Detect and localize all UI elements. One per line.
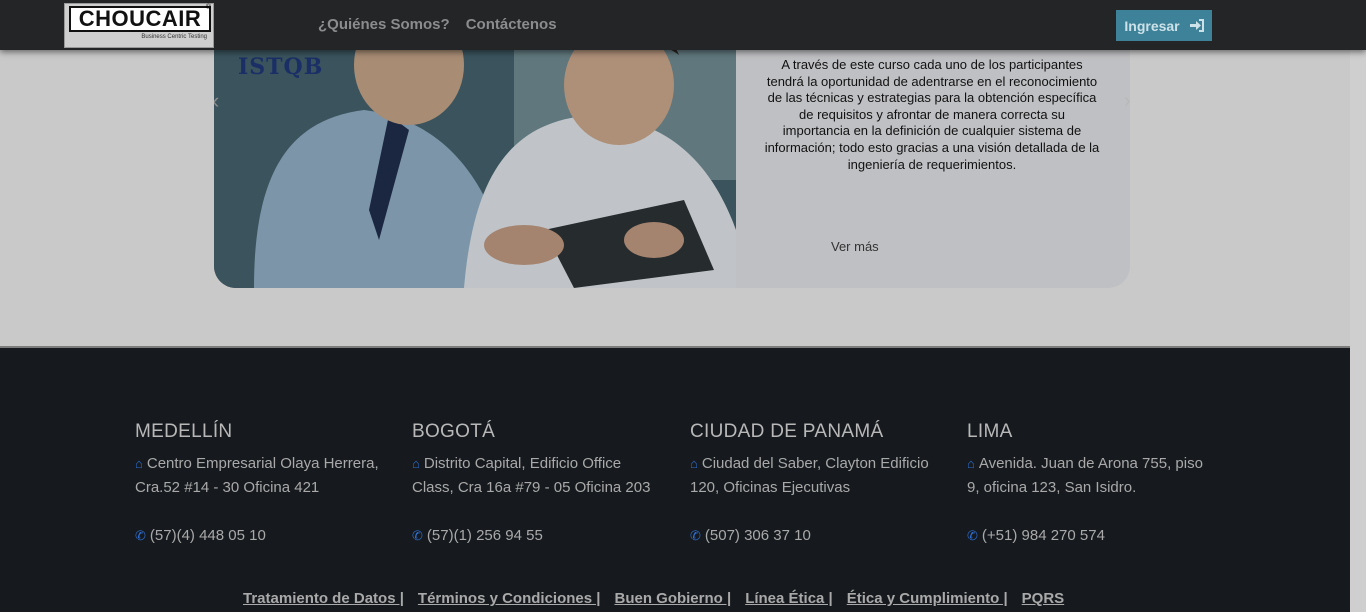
office-lima: LIMA ⌂ Avenida. Juan de Arona 755, piso 9… [967,421,1217,548]
choucair-logo[interactable]: CHOUCAIR ® Business Centric Testing [64,3,214,48]
course-image: ISTQB ‹ [214,30,736,288]
phone-icon: ✆ [690,528,701,543]
nav-quienes-somos[interactable]: ¿Quiénes Somos? [318,16,450,33]
logo-wordmark: CHOUCAIR [69,6,211,32]
footer-links: Tratamiento de Datos | Términos y Condic… [243,590,1064,607]
link-etica-y-cumplimiento[interactable]: Ética y Cumplimiento | [847,590,1008,607]
office-ciudad-de-panama: CIUDAD DE PANAMÁ ⌂ Ciudad del Saber, Clay… [690,421,940,548]
office-phone: ✆ (57)(1) 256 94 55 [412,527,543,544]
istqb-logo: ISTQB [238,54,324,80]
office-phone: ✆ (+51) 984 270 574 [967,527,1105,544]
chevron-left-icon[interactable]: ‹ [214,88,219,114]
office-city: BOGOTÁ [412,421,496,442]
link-terminos-y-condiciones[interactable]: Términos y Condiciones | [418,590,601,607]
office-address: ⌂ Centro Empresarial Olaya Herrera, Cra.5… [135,455,379,496]
site-footer: MEDELLÍN ⌂ Centro Empresarial Olaya Herre… [0,348,1350,612]
logo-subtitle: Business Centric Testing [141,34,207,40]
course-description: A través de este curso cada uno de los p… [764,57,1100,172]
office-city: CIUDAD DE PANAMÁ [690,421,884,442]
home-icon: ⌂ [135,456,143,471]
home-icon: ⌂ [967,456,975,471]
office-address: ⌂ Avenida. Juan de Arona 755, piso 9, ofi… [967,455,1203,496]
ver-mas-link[interactable]: Ver más [831,239,879,254]
sign-in-icon [1189,19,1204,32]
link-tratamiento-de-datos[interactable]: Tratamiento de Datos | [243,590,404,607]
office-medellin: MEDELLÍN ⌂ Centro Empresarial Olaya Herre… [135,421,385,548]
office-phone: ✆ (57)(4) 448 05 10 [135,527,266,544]
home-icon: ⌂ [690,456,698,471]
home-icon: ⌂ [412,456,420,471]
office-bogota: BOGOTÁ ⌂ Distrito Capital, Edificio Offic… [412,421,662,548]
office-city: LIMA [967,421,1013,442]
main-nav: ¿Quiénes Somos? Contáctenos [318,16,557,33]
link-linea-etica[interactable]: Línea Ética | [745,590,833,607]
office-phone: ✆ (507) 306 37 10 [690,527,811,544]
link-pqrs[interactable]: PQRS [1022,590,1065,607]
nav-contactenos[interactable]: Contáctenos [466,16,557,33]
office-city: MEDELLÍN [135,421,233,442]
login-button[interactable]: Ingresar [1116,10,1212,41]
phone-icon: ✆ [967,528,978,543]
login-button-label: Ingresar [1124,17,1180,34]
top-navbar: CHOUCAIR ® Business Centric Testing ¿Qui… [0,0,1366,50]
phone-icon: ✆ [412,528,423,543]
course-card: ISTQB ‹ A través de este curso cada uno … [214,30,1130,288]
link-buen-gobierno[interactable]: Buen Gobierno | [614,590,731,607]
phone-icon: ✆ [135,528,146,543]
logo-registered-mark: ® [205,4,211,11]
chevron-right-icon[interactable]: › [1124,90,1130,113]
office-address: ⌂ Ciudad del Saber, Clayton Edificio 120,… [690,455,929,496]
page-scrollbar[interactable] [1350,50,1366,612]
office-address: ⌂ Distrito Capital, Edificio Office Class… [412,455,651,496]
